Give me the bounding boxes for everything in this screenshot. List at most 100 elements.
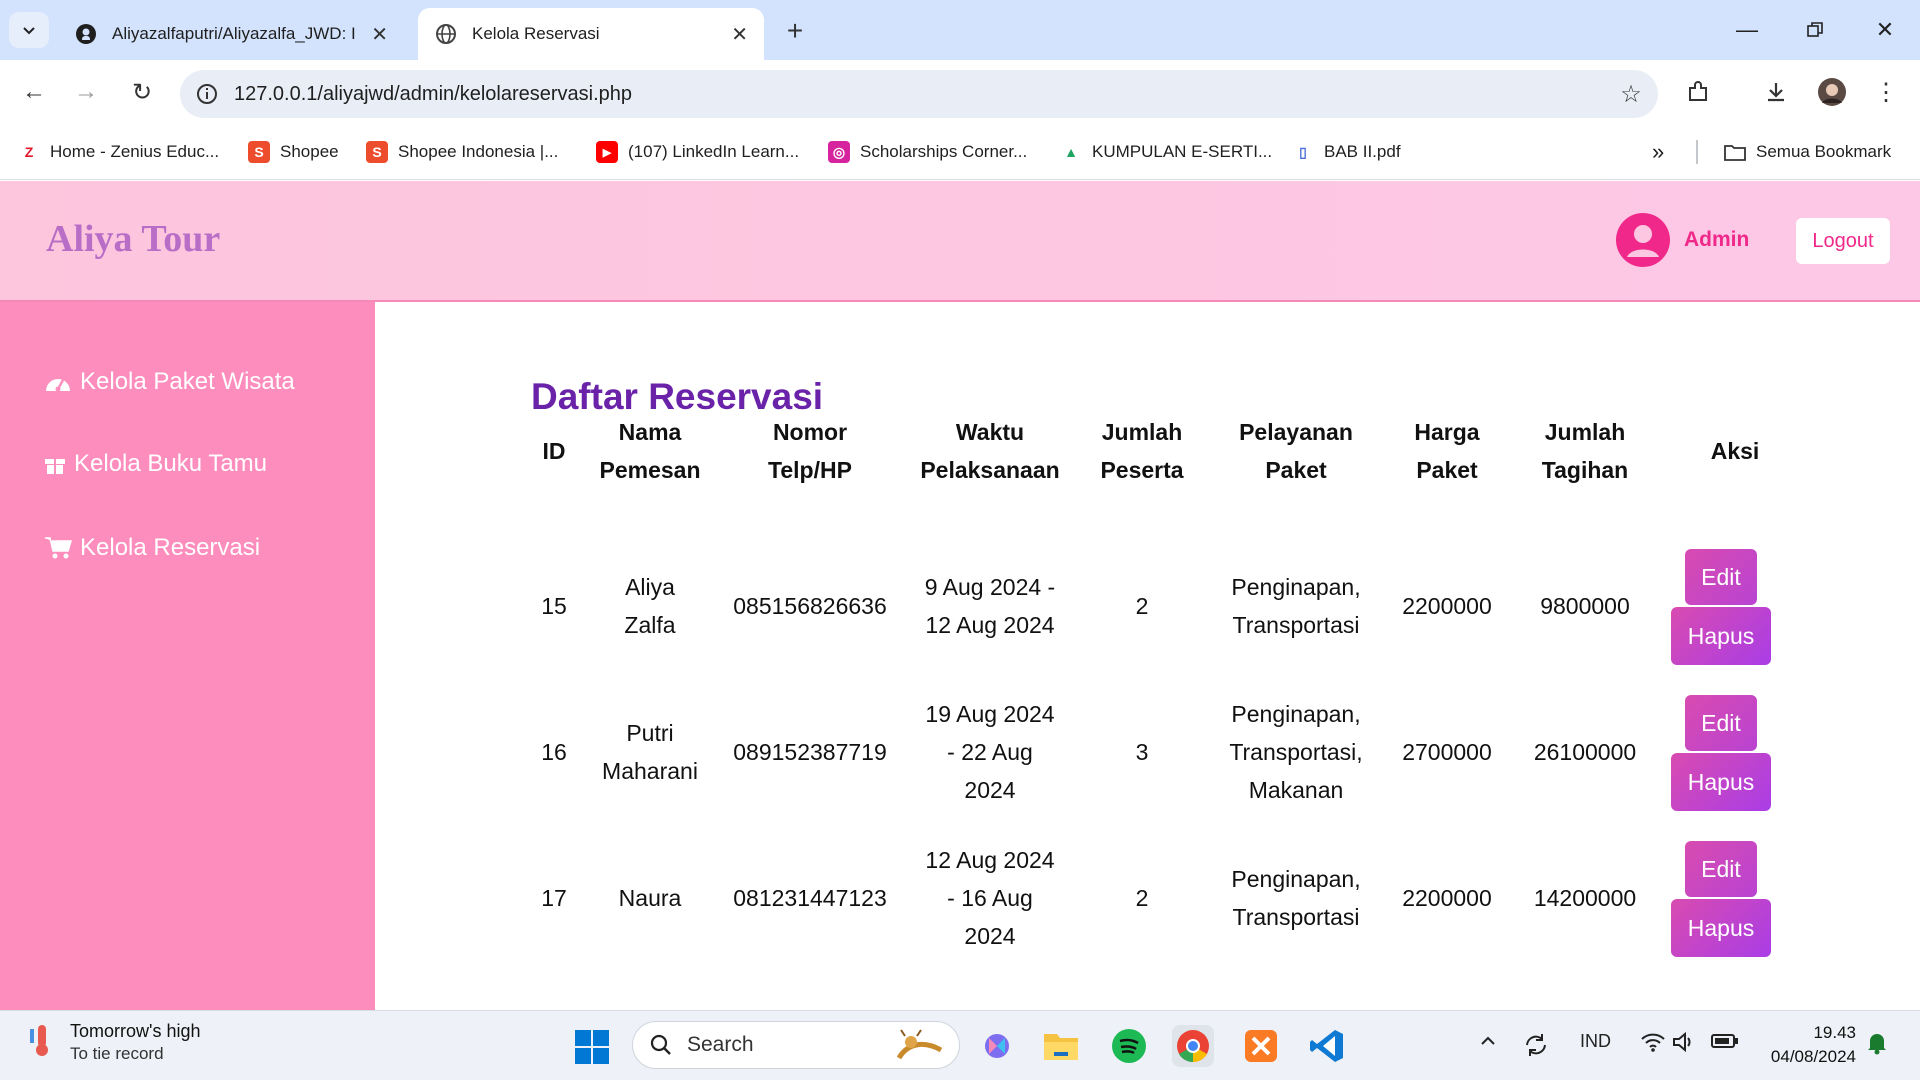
forward-icon[interactable]: → [66,72,106,112]
column-header-telp: Nomor Telp/HP [725,413,895,489]
taskbar-search[interactable]: Search [632,1021,960,1069]
logout-button[interactable]: Logout [1796,218,1890,264]
site-brand[interactable]: Aliya Tour [46,217,220,261]
header-line: Waktu [955,419,1025,445]
document-icon: ▯ [1299,143,1307,160]
header-line: Pemesan [599,457,701,483]
gift-icon [44,453,66,475]
cart-icon [44,536,72,560]
minimize-icon[interactable]: — [1724,10,1770,50]
header-line: Paket [1265,457,1327,483]
bookmark-label: BAB II.pdf [1324,142,1401,161]
tab-kelola-reservasi[interactable]: Kelola Reservasi ✕ [418,8,764,60]
chrome-icon[interactable] [1172,1025,1214,1067]
url-text[interactable]: 127.0.0.1/aliyajwd/admin/kelolareservasi… [234,83,1604,106]
bookmark-item[interactable]: ◎ Scholarships Corner... [828,138,1027,166]
zenius-icon: Z [24,144,34,160]
download-icon[interactable] [1758,74,1794,110]
more-bookmarks-button[interactable]: » [1652,138,1664,166]
new-tab-button[interactable]: + [778,14,812,48]
sidebar: Kelola Paket Wisata Kelola Buku Tamu Kel… [0,302,375,1010]
admin-profile[interactable]: Admin [1616,213,1749,267]
cell-pelayanan: Penginapan, Transportasi, Makanan [1213,695,1379,809]
sidebar-item-buku-tamu[interactable]: Kelola Buku Tamu [44,448,267,480]
cell-line: Transportasi [1232,612,1360,638]
header-line: Harga [1414,419,1480,445]
cell-peserta: 2 [1135,593,1149,619]
search-icon [650,1034,671,1055]
edit-button[interactable]: Edit [1685,549,1757,605]
language-indicator[interactable]: IND [1580,1031,1611,1052]
cell-line: 2024 [964,923,1016,949]
edit-button[interactable]: Edit [1685,841,1757,897]
menu-kebab-icon[interactable]: ⋮ [1868,74,1904,110]
all-bookmarks-button[interactable]: Semua Bookmark [1724,138,1891,166]
cell-line: Maharani [602,758,698,784]
cell-line: 2024 [964,777,1016,803]
cell-line: Zalfa [624,612,676,638]
delete-button[interactable]: Hapus [1671,607,1771,665]
delete-button[interactable]: Hapus [1671,753,1771,811]
restore-icon[interactable] [1792,10,1838,50]
extensions-icon[interactable] [1680,74,1716,110]
tray-overflow-icon[interactable] [1478,1031,1498,1051]
edit-button[interactable]: Edit [1685,695,1757,751]
header-line: Jumlah [1101,419,1183,445]
sidebar-item-paket-wisata[interactable]: Kelola Paket Wisata [44,366,295,398]
cell-line: Putri [626,720,674,746]
profile-avatar-icon[interactable] [1814,74,1850,110]
bookmark-label: Scholarships Corner... [860,142,1028,161]
back-icon[interactable]: ← [14,72,54,112]
site-info-icon[interactable] [180,83,234,105]
bookmark-item[interactable]: S Shopee Indonesia |... [366,138,558,166]
bookmark-star-icon[interactable]: ☆ [1604,80,1658,109]
cell-peserta: 2 [1135,885,1149,911]
xampp-icon[interactable] [1240,1025,1282,1067]
reload-icon[interactable]: ↻ [122,72,162,112]
vscode-icon[interactable] [1306,1025,1348,1067]
file-explorer-icon[interactable] [1040,1025,1082,1067]
cell-line: Penginapan, [1231,701,1361,727]
admin-name: Admin [1684,228,1750,251]
header-line: Aksi [1710,438,1760,464]
column-header-harga: Harga Paket [1387,413,1507,489]
bookmark-item[interactable]: Z Home - Zenius Educ... [18,138,219,166]
header-line: ID [542,438,566,464]
header-line: Peserta [1100,457,1184,483]
bookmark-item[interactable]: ▲ KUMPULAN E-SERTI... [1060,138,1272,166]
chevron-down-icon [23,27,35,35]
spotify-icon[interactable] [1108,1025,1150,1067]
cell-tagihan: 9800000 [1540,593,1630,619]
weather-widget[interactable]: Tomorrow's high To tie record [28,1021,200,1064]
close-window-icon[interactable]: ✕ [1862,10,1908,50]
cell-telp: 089152387719 [733,739,887,765]
sidebar-item-reservasi[interactable]: Kelola Reservasi [44,532,260,564]
bookmark-item[interactable]: ▶ (107) LinkedIn Learn... [596,138,799,166]
volume-icon[interactable] [1672,1031,1696,1053]
address-bar[interactable]: 127.0.0.1/aliyajwd/admin/kelolareservasi… [180,70,1658,118]
close-icon[interactable]: ✕ [371,22,388,47]
bookmark-label: Home - Zenius Educ... [50,142,220,161]
browser-tab-bar: Aliyazalfaputri/Aliyazalfa_JWD: I ✕ Kelo… [0,0,1920,60]
close-icon[interactable]: ✕ [731,22,748,47]
battery-icon[interactable] [1710,1031,1740,1051]
weather-title: Tomorrow's high [70,1021,201,1041]
bookmark-label: Shopee [280,142,339,161]
tab-search-button[interactable] [9,12,49,48]
tab-github[interactable]: Aliyazalfaputri/Aliyazalfa_JWD: I ✕ [58,8,404,60]
cell-id: 15 [541,593,567,619]
page-title: Daftar Reservasi [531,376,824,417]
delete-button[interactable]: Hapus [1671,899,1771,957]
bookmark-item[interactable]: ▯ BAB II.pdf [1292,138,1401,166]
copilot-icon[interactable] [976,1025,1018,1067]
notification-bell-icon[interactable] [1866,1031,1888,1055]
wifi-icon[interactable] [1640,1031,1666,1053]
column-header-id: ID [529,413,579,489]
windows-start-icon[interactable] [574,1029,610,1065]
weather-subtitle: To tie record [70,1044,164,1063]
system-clock[interactable]: 19.43 04/08/2024 [1760,1021,1856,1069]
cell-line: Makanan [1248,777,1344,803]
sync-icon[interactable] [1522,1031,1550,1059]
cell-nama: Aliya Zalfa [585,568,715,644]
bookmark-item[interactable]: S Shopee [248,138,339,166]
